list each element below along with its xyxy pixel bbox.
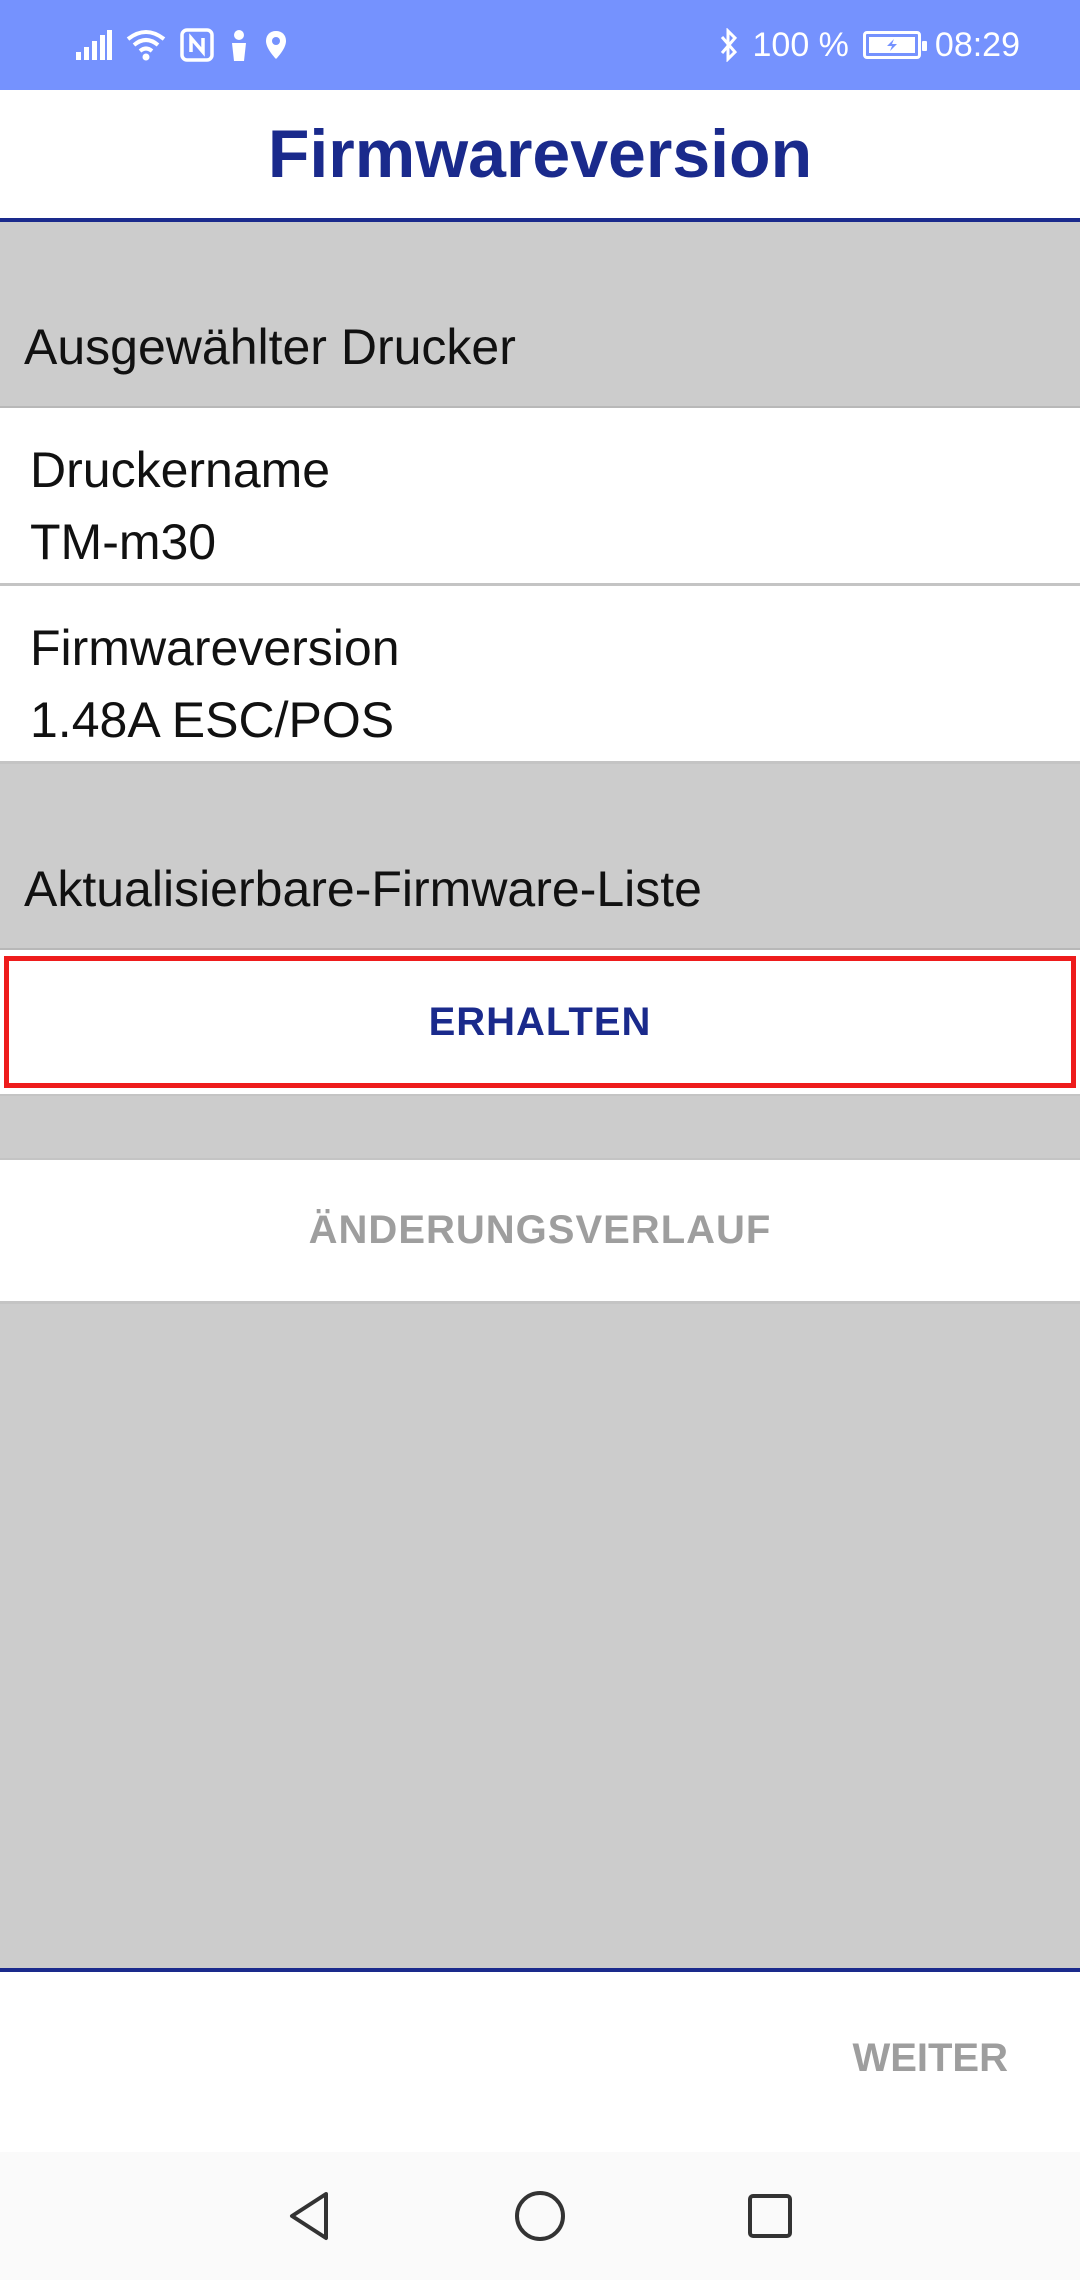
system-nav-bar [0, 2152, 1080, 2280]
bluetooth-icon [719, 28, 739, 62]
status-bar: 100 % 08:29 [0, 0, 1080, 90]
change-history-button[interactable]: ÄNDERUNGSVERLAUF [0, 1160, 1080, 1304]
person-icon [228, 29, 250, 61]
printer-name-label: Druckername [30, 442, 331, 498]
footer: WEITER [0, 1972, 1080, 2152]
firmware-version-row: Firmwareversion 1.48A ESC/POS [0, 586, 1080, 764]
status-icons-left [76, 28, 288, 62]
status-icons-right: 100 % 08:29 [719, 25, 1020, 65]
signal-icon [76, 30, 112, 60]
clock: 08:29 [934, 25, 1020, 64]
screen: 100 % 08:29 Firmwareversion Ausgewählter… [0, 0, 1080, 2280]
page-title: Firmwareversion [267, 116, 813, 192]
get-firmware-list-button[interactable]: ERHALTEN [0, 950, 1080, 1094]
wifi-icon [126, 29, 166, 61]
section-title: Aktualisierbare-Firmware-Liste [24, 861, 702, 917]
firmware-version-label: Firmwareversion [30, 620, 400, 676]
back-icon[interactable] [275, 2181, 345, 2251]
divider-gap [0, 1094, 1080, 1160]
section-title: Ausgewählter Drucker [24, 319, 516, 375]
next-button[interactable]: WEITER [852, 2036, 1008, 2081]
section-header-firmware-list: Aktualisierbare-Firmware-Liste [0, 764, 1080, 950]
title-bar: Firmwareversion [0, 90, 1080, 222]
firmware-version-value: 1.48A ESC/POS [30, 692, 395, 748]
recents-icon[interactable] [735, 2181, 805, 2251]
home-icon[interactable] [505, 2181, 575, 2251]
section-header-selected-printer: Ausgewählter Drucker [0, 222, 1080, 408]
highlight-box [4, 956, 1076, 1088]
printer-name-row: Druckername TM-m30 [0, 408, 1080, 586]
firmware-list-area [0, 1304, 1080, 1968]
history-button-label: ÄNDERUNGSVERLAUF [308, 1208, 772, 1252]
location-icon [264, 29, 288, 61]
battery-icon [862, 31, 927, 59]
printer-name-value: TM-m30 [30, 514, 217, 570]
nfc-icon [180, 28, 214, 62]
battery-percentage: 100 % [752, 25, 849, 64]
